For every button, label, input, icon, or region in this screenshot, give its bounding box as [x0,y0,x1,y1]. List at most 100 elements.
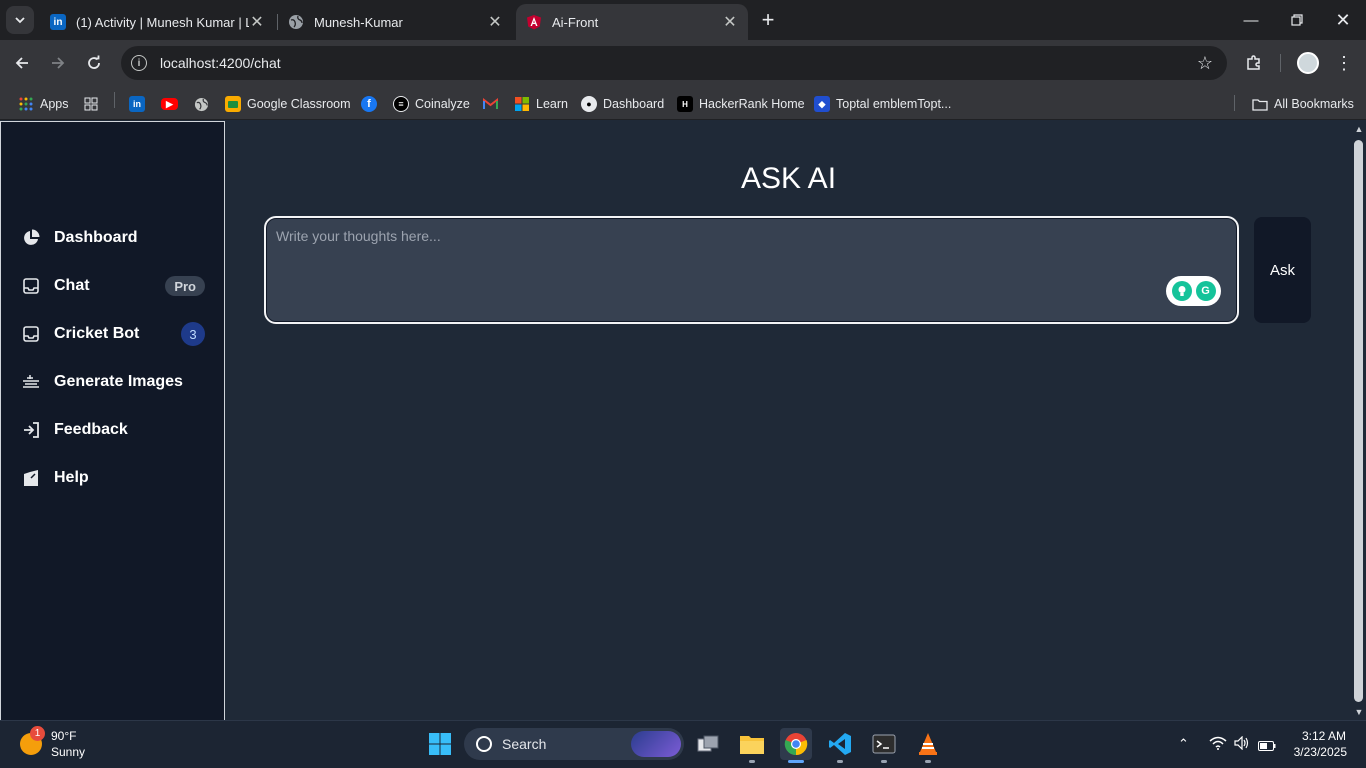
classroom-icon [225,96,241,112]
close-tab-icon[interactable]: ✕ [249,14,265,31]
vscode-button[interactable] [824,728,856,760]
sign-in-icon [21,420,41,440]
sidebar-item-generate-images[interactable]: Generate Images [21,362,211,402]
close-tab-icon[interactable]: ✕ [722,14,738,31]
battery-icon[interactable] [1258,738,1276,756]
search-highlight-image [631,731,681,757]
bookmark-label: Google Classroom [247,97,351,111]
tab-title: Ai-Front [552,14,599,30]
browser-tab-ai-front[interactable]: Ai-Front ✕ [516,4,748,40]
close-window-button[interactable]: ✕ [1320,0,1366,40]
scrollbar-thumb[interactable] [1354,140,1363,702]
hackerrank-icon: H [677,96,693,112]
sidebar-item-label: Generate Images [54,373,183,390]
page-title: ASK AI [740,162,837,195]
terminal-icon [872,734,896,754]
notification-count-badge: 3 [181,322,205,346]
reload-button[interactable] [82,51,106,75]
address-url[interactable]: localhost:4200/chat [160,55,1197,71]
chevron-up-icon[interactable]: ⌃ [1178,736,1189,752]
bookmark-globe[interactable] [193,91,215,117]
minimize-button[interactable]: — [1228,0,1274,40]
bookmark-linkedin[interactable]: in [129,91,151,117]
back-button[interactable] [10,51,34,75]
more-vert-icon: ⋮ [1335,52,1353,73]
bookmark-google-classroom[interactable]: Google Classroom [225,91,351,117]
scroll-up-icon[interactable]: ▲ [1352,122,1366,136]
ask-button[interactable]: Ask [1254,217,1311,323]
folder-icon [740,736,764,754]
grammarly-widget[interactable]: G [1166,276,1221,306]
prompt-input[interactable] [276,228,1156,308]
pie-chart-icon [21,228,41,248]
bookmark-coinalyze[interactable]: ≡ Coinalyze [393,91,470,117]
chrome-icon [784,733,808,756]
bookmarks-divider [1234,95,1235,111]
search-label: Search [502,736,547,752]
profile-avatar[interactable] [1297,52,1319,74]
sidebar-item-help[interactable]: Help [21,458,211,498]
all-bookmarks-button[interactable]: All Bookmarks [1252,91,1354,117]
running-indicator [749,760,755,763]
restore-icon [1291,14,1303,26]
vlc-icon [919,733,937,755]
bookmark-star-icon[interactable]: ☆ [1197,53,1213,74]
plus-icon: + [761,7,775,32]
new-tab-button[interactable]: + [756,7,780,32]
site-info-icon[interactable]: i [131,55,147,71]
toolbar-divider [1280,54,1281,72]
globe-icon [193,96,209,112]
angular-icon [526,14,542,30]
bookmark-hackerrank[interactable]: H HackerRank Home [677,91,805,117]
chevron-down-icon [15,17,25,24]
wifi-icon[interactable] [1209,736,1227,755]
bookmark-toptal[interactable]: ◆ Toptal emblemTopt... [814,91,951,117]
bookmark-youtube[interactable]: ▶ [161,91,184,117]
sidebar-item-chat[interactable]: Chat Pro [21,266,211,306]
browser-tab-munesh-kumar[interactable]: Munesh-Kumar ✕ [278,4,513,40]
volume-icon[interactable] [1234,735,1250,755]
inbox-icon [21,324,41,344]
browser-tab-linkedin[interactable]: in (1) Activity | Munesh Kumar | LinkedI… [40,4,275,40]
taskbar-search[interactable]: Search [464,728,684,760]
weather-description: Sunny [51,745,86,759]
task-view-button[interactable] [692,728,724,760]
linkedin-icon: in [129,96,145,112]
bookmark-facebook[interactable]: f [361,91,383,117]
pro-badge: Pro [165,276,205,296]
bookmark-learn[interactable]: Learn [514,91,568,117]
bookmark-label: HackerRank Home [699,97,805,111]
bookmark-apps[interactable]: Apps [18,91,69,117]
file-explorer-button[interactable] [736,728,768,760]
lightbulb-icon [1171,281,1192,301]
running-indicator [925,760,931,763]
chrome-taskbar-button[interactable] [780,728,812,760]
youtube-icon: ▶ [161,98,178,110]
address-bar[interactable]: i localhost:4200/chat ☆ [121,46,1227,80]
forward-button[interactable] [46,51,70,75]
vlc-button[interactable] [912,728,944,760]
sidebar-item-cricket-bot[interactable]: Cricket Bot 3 [21,314,211,354]
extensions-button[interactable] [1242,51,1266,75]
bookmark-dashboard[interactable]: ● Dashboard [581,91,664,117]
start-button[interactable] [424,728,456,760]
running-indicator [881,760,887,763]
bookmark-grid[interactable] [83,91,105,117]
bookmark-gmail[interactable] [482,91,504,117]
sidebar-item-feedback[interactable]: Feedback [21,410,211,450]
browser-menu-button[interactable]: ⋮ [1332,51,1356,75]
clock-date[interactable]: 3/23/2025 [1280,745,1347,759]
running-indicator [837,760,843,763]
restore-button[interactable] [1274,0,1320,40]
minimize-icon: — [1243,11,1259,29]
sidebar-item-dashboard[interactable]: Dashboard [21,218,211,258]
terminal-button[interactable] [868,728,900,760]
scroll-down-icon[interactable]: ▼ [1352,705,1366,719]
close-tab-icon[interactable]: ✕ [487,14,503,31]
clock-time[interactable]: 3:12 AM [1290,729,1346,743]
tab-search-button[interactable] [6,6,34,34]
bookmark-label: Learn [536,97,568,111]
browser-toolbar: i localhost:4200/chat ☆ ⋮ [0,40,1366,86]
sidebar-item-label: Help [54,469,89,486]
sidebar-item-label: Dashboard [54,229,138,246]
